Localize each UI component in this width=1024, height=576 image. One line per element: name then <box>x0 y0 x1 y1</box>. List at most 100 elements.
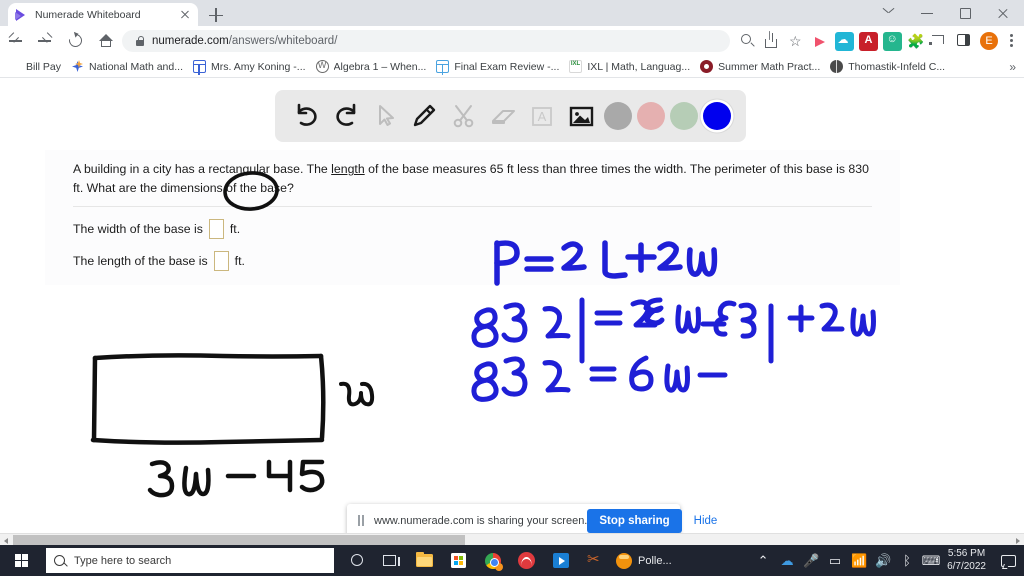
scissors-icon[interactable] <box>447 99 481 133</box>
redo-arrow-icon[interactable] <box>329 99 363 133</box>
windows-start-icon[interactable] <box>0 545 46 576</box>
window-close-button[interactable] <box>984 0 1022 26</box>
bookmark-label: Thomastik-Infeld C... <box>848 60 946 73</box>
window-maximize-button[interactable] <box>946 0 984 26</box>
whiteboard-page: A A building in a city has a rectangular… <box>0 78 1024 533</box>
ixl-icon <box>569 60 583 73</box>
bookmark-label: Algebra 1 – When... <box>333 60 427 73</box>
bookmark-item[interactable]: Final Exam Review -... <box>436 60 560 75</box>
bookmarks-bar: Bill Pay National Math and... Mrs. Amy K… <box>0 56 1024 78</box>
microphone-icon[interactable]: 🎤 <box>799 545 823 576</box>
pencil-icon[interactable] <box>407 99 441 133</box>
bookmark-item[interactable]: Mrs. Amy Koning -... <box>193 60 306 75</box>
adobe-pdf-extension-icon[interactable] <box>858 31 878 51</box>
bookmark-label: National Math and... <box>89 60 183 73</box>
movies-tv-icon[interactable] <box>544 545 578 576</box>
sharing-message: www.numerade.com is sharing your screen. <box>374 514 588 527</box>
star-burst-icon <box>71 60 84 73</box>
bookmark-item[interactable]: Bill Pay <box>8 60 61 73</box>
overflow-chevron-icon[interactable]: ⌃ <box>751 545 775 576</box>
eraser-icon[interactable] <box>486 99 520 133</box>
answer-row-unit: ft. <box>229 222 241 236</box>
svg-text:A: A <box>538 109 547 124</box>
horizontal-scrollbar-thumb[interactable] <box>13 535 465 545</box>
back-button[interactable] <box>0 26 30 56</box>
snipping-tool-scissors-icon[interactable] <box>578 545 612 576</box>
removable-drive-icon[interactable]: ▭ <box>823 545 847 576</box>
bookmark-star-icon[interactable]: ☆ <box>784 29 808 53</box>
bookmark-item[interactable]: IXL | Math, Languag... <box>569 60 690 73</box>
text-box-icon[interactable]: A <box>525 99 559 133</box>
cortana-circle-icon[interactable] <box>340 545 374 576</box>
answer-row-unit: ft. <box>234 254 245 268</box>
green-extension-icon[interactable] <box>882 31 902 51</box>
profile-avatar[interactable]: E <box>980 32 998 50</box>
chrome-icon[interactable] <box>476 545 510 576</box>
taskbar-clock[interactable]: 5:56 PM 6/7/2022 <box>943 548 994 573</box>
new-tab-button[interactable] <box>206 5 226 25</box>
cast-icon[interactable] <box>928 29 952 53</box>
notification-icon[interactable] <box>994 545 1020 576</box>
onedrive-cloud-icon[interactable]: ☁ <box>775 545 799 576</box>
volume-icon[interactable]: 🔊 <box>871 545 895 576</box>
bookmark-item[interactable]: National Math and... <box>71 60 183 73</box>
color-swatch-green[interactable] <box>670 102 699 130</box>
clock-date: 6/7/2022 <box>947 560 986 572</box>
target-icon <box>700 60 714 73</box>
zoom-out-icon[interactable] <box>736 29 760 53</box>
bluetooth-icon[interactable]: ᛒ <box>895 545 919 576</box>
bookmark-item[interactable]: Thomastik-Infeld C... <box>830 60 945 73</box>
length-answer-input[interactable] <box>213 251 229 271</box>
color-swatch-blue[interactable] <box>703 102 732 130</box>
lock-icon <box>136 36 145 46</box>
tab-search-chevron-icon[interactable] <box>870 0 908 26</box>
address-bar-url: numerade.com/answers/whiteboard/ <box>152 35 337 47</box>
bookmark-item[interactable]: Summer Math Pract... <box>700 60 820 73</box>
taskbar-search-input[interactable]: Type here to search <box>46 548 334 573</box>
undo-arrow-icon[interactable] <box>290 99 324 133</box>
side-panel-icon[interactable] <box>952 29 976 53</box>
forward-button[interactable] <box>30 26 60 56</box>
blue-extension-icon[interactable] <box>834 31 854 51</box>
answer-row-label: The width of the base is <box>73 222 203 236</box>
numerade-play-icon <box>14 8 28 22</box>
audacity-icon[interactable] <box>510 545 544 576</box>
hide-sharing-bar-button[interactable]: Hide <box>694 515 718 527</box>
task-view-icon[interactable] <box>374 545 408 576</box>
window-controls <box>870 0 1022 26</box>
bookmark-label: IXL | Math, Languag... <box>587 60 691 73</box>
bookmark-label: Summer Math Pract... <box>718 60 821 73</box>
cursor-arrow-icon[interactable] <box>368 99 402 133</box>
window-minimize-button[interactable] <box>908 0 946 26</box>
bookmark-label: Final Exam Review -... <box>454 60 560 73</box>
taskbar-active-window[interactable]: Polle... <box>616 552 672 569</box>
handwritten-equation-line-3 <box>471 355 728 402</box>
bookmarks-overflow-button[interactable]: » <box>1009 60 1016 74</box>
omnibox-action-icons: ☆ 🧩 E <box>736 29 1024 53</box>
horizontal-scrollbar[interactable] <box>0 533 1024 545</box>
home-button[interactable] <box>90 26 120 56</box>
wifi-icon[interactable]: 📶 <box>847 545 871 576</box>
diagram-label-3w-minus-45 <box>147 459 325 498</box>
color-swatch-red[interactable] <box>636 102 665 130</box>
color-swatch-gray[interactable] <box>603 102 632 130</box>
image-icon[interactable] <box>564 99 598 133</box>
stop-sharing-button[interactable]: Stop sharing <box>587 508 682 533</box>
folder-icon[interactable] <box>408 545 442 576</box>
address-bar[interactable]: numerade.com/answers/whiteboard/ <box>122 30 730 52</box>
tab-title: Numerade Whiteboard <box>35 8 141 21</box>
store-icon[interactable] <box>442 545 476 576</box>
wordpress-icon <box>315 60 329 73</box>
tab-close-icon[interactable] <box>178 8 192 22</box>
keyboard-icon[interactable]: ⌨ <box>919 545 943 576</box>
width-answer-input[interactable] <box>208 219 224 239</box>
bookmark-label: Mrs. Amy Koning -... <box>211 60 306 73</box>
kebab-menu-icon[interactable] <box>1002 29 1020 53</box>
window-icon <box>436 60 450 75</box>
bookmark-item[interactable]: Algebra 1 – When... <box>315 60 427 73</box>
reload-button[interactable] <box>60 26 90 56</box>
numerade-extension-icon[interactable] <box>811 32 830 51</box>
share-icon[interactable] <box>760 29 784 53</box>
browser-tab[interactable]: Numerade Whiteboard <box>8 3 198 26</box>
extensions-puzzle-icon[interactable]: 🧩 <box>907 32 926 51</box>
